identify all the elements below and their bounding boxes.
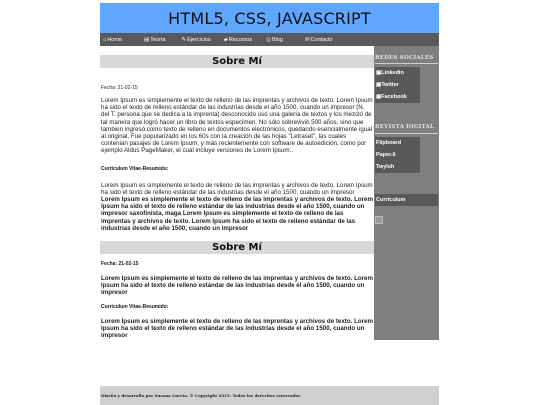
divider	[375, 133, 438, 134]
social-heading: REDES SOCIALES	[375, 55, 434, 61]
cv-text-plain: Lorem Ipsum es simplemente el texto de r…	[101, 181, 373, 196]
nav-item-ejercicios[interactable]: ✎ Ejercicios	[182, 33, 211, 46]
sidebar-item-curriculum[interactable]: Curriculum	[375, 194, 438, 206]
main-nav: ⌂ Home ▤ Teoría ✎ Ejercicios ▰ Recursos ◎ Blo…	[100, 33, 439, 46]
section-title: Sobre Mí	[100, 55, 374, 68]
cv-label: Curriculum Vitae-Resumido:	[101, 303, 169, 310]
sidebar-item-twylsh[interactable]: Twylsh	[375, 161, 420, 173]
post-body: Lorem Ipsum es simplemente el texto de r…	[101, 275, 373, 297]
nav-item-recursos[interactable]: ▰ Recursos	[224, 33, 252, 46]
nav-item-home[interactable]: ⌂ Home	[103, 33, 122, 46]
book-icon: ▤	[144, 36, 150, 43]
cv-text-bold: Lorem Ipsum es simplemente el texto de r…	[101, 196, 373, 232]
cv-text: Lorem Ipsum es simplemente el texto de r…	[101, 317, 373, 340]
digital-heading: REVISTA DIGITAL	[375, 124, 435, 130]
nav-item-contacto[interactable]: ✉ Contacto	[305, 33, 333, 46]
sidebar-item-flipboard[interactable]: Flipboard	[375, 137, 420, 149]
sidebar-item-twitter[interactable]: ▣ Twitter	[375, 79, 420, 91]
pencil-icon: ✎	[181, 36, 187, 43]
divider	[375, 63, 438, 64]
section-title: Sobre Mí	[100, 241, 374, 255]
rss-icon: ◎	[266, 36, 271, 43]
nav-item-teoria[interactable]: ▤ Teoría	[144, 33, 166, 46]
page-container: HTML5, CSS, JAVASCRIPT ⌂ Home ▤ Teoría ✎ Ej…	[100, 0, 439, 405]
footer-text: Diseño y desarrollo por Susana García. ©…	[101, 393, 301, 398]
main-content: Sobre Mí Fecha: 21-02-15 Lorem Ipsum es …	[100, 46, 374, 386]
curriculum-box: Curriculum	[375, 194, 438, 206]
sidebar-item-paperli[interactable]: Paper.li	[375, 149, 420, 161]
post-body: Lorem Ipsum es simplemente el texto de r…	[101, 97, 373, 155]
site-title: HTML5, CSS, JAVASCRIPT	[168, 8, 371, 28]
cv-label: Curriculum Vitae-Resumido:	[101, 165, 169, 172]
post-date: Fecha: 21-02-15	[101, 261, 139, 268]
digital-list: Flipboard Paper.li Twylsh	[375, 137, 420, 173]
home-icon: ⌂	[103, 36, 107, 43]
site-header: HTML5, CSS, JAVASCRIPT	[100, 3, 439, 33]
folder-icon: ▰	[223, 36, 228, 43]
sidebar: REDES SOCIALES ▣ Linkedin ▣ Twitter ▣ Faceb…	[374, 46, 439, 340]
broken-image-icon	[375, 216, 383, 224]
cv-text: Lorem Ipsum es simplemente el texto de r…	[101, 182, 373, 232]
site-footer: Diseño y desarrollo por Susana García. ©…	[100, 386, 439, 405]
nav-item-blog[interactable]: ◎ Blog	[266, 33, 283, 46]
mail-icon: ✉	[304, 36, 310, 43]
social-list: ▣ Linkedin ▣ Twitter ▣ Facebook	[375, 67, 420, 103]
sidebar-item-linkedin[interactable]: ▣ Linkedin	[375, 67, 420, 79]
sidebar-item-facebook[interactable]: ▣ Facebook	[375, 91, 420, 103]
post-date: Fecha: 21-02-15	[101, 85, 138, 91]
